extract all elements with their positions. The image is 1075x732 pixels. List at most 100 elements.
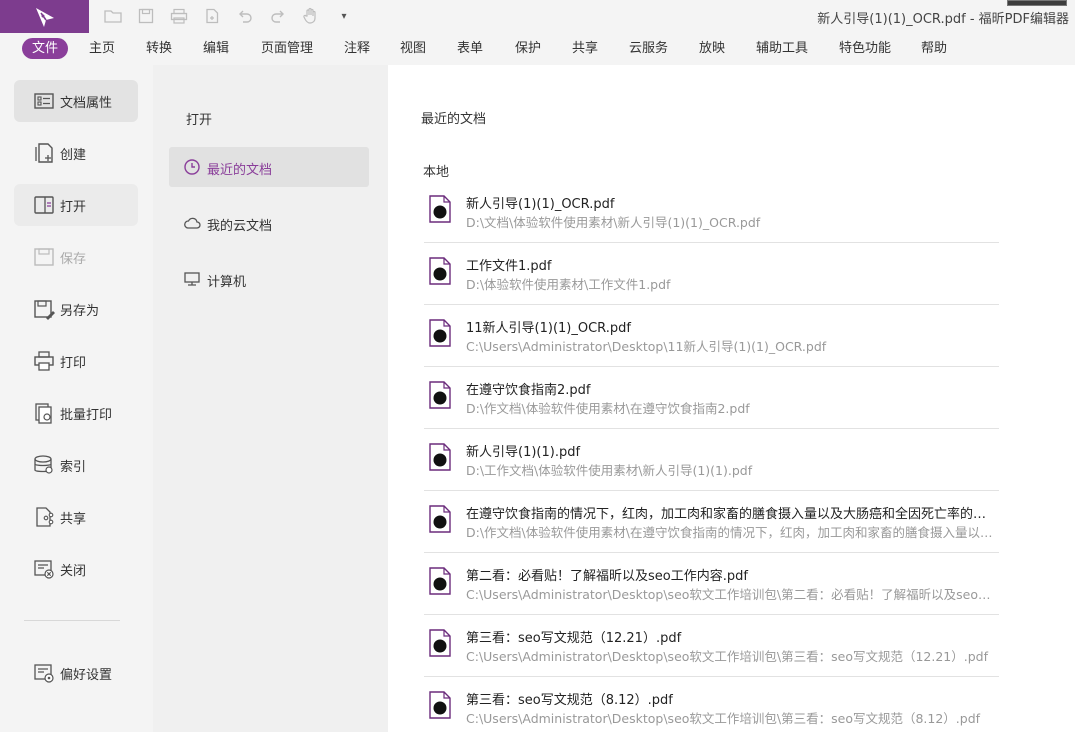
clock-icon (184, 159, 200, 175)
open-cloud-docs-label: 我的云文档 (207, 219, 273, 234)
recent-file-row[interactable]: 新人引导(1)(1).pdf D:\工作文档\体验软件使用素材\新人引导(1)(1… (424, 429, 999, 491)
file-name: 新人引导(1)(1).pdf (466, 445, 581, 460)
menu-comment[interactable]: 注释 (334, 38, 380, 59)
save-icon[interactable] (137, 7, 155, 25)
recent-file-list: 新人引导(1)(1)_OCR.pdf D:\文档\体验软件使用素材\新人引导(1)… (424, 181, 999, 732)
menu-slideshow[interactable]: 放映 (689, 38, 735, 59)
save-icon (34, 248, 54, 266)
redo-icon[interactable] (269, 7, 287, 25)
quick-access-toolbar: ▾ (104, 7, 353, 25)
recent-docs-content: 最近的文档 本地 新人引导(1)(1)_OCR.pdf D:\文档\体验软件使用素… (388, 65, 1075, 732)
recent-file-row[interactable]: 在遵守饮食指南2.pdf D:\作文档\体验软件使用素材\在遵守饮食指南2.pdf (424, 367, 999, 429)
recent-docs-title: 最近的文档 (421, 112, 487, 127)
batch-print-icon (35, 403, 52, 424)
close-icon (34, 560, 54, 579)
nav-share[interactable]: 共享 (14, 496, 138, 538)
share-icon (36, 507, 54, 527)
file-path: D:\作文档\体验软件使用素材\在遵守饮食指南的情况下，红肉，加工肉和家畜的膳食… (466, 525, 996, 540)
pdf-file-icon (429, 629, 451, 657)
file-path: D:\体验软件使用素材\工作文件1.pdf (466, 277, 671, 292)
menu-protect[interactable]: 保护 (505, 38, 551, 59)
index-icon (34, 455, 53, 474)
menu-features[interactable]: 特色功能 (829, 38, 901, 59)
preferences-icon (34, 664, 54, 683)
print-icon[interactable] (170, 7, 188, 25)
folder-open-icon[interactable] (104, 7, 122, 25)
nav-print[interactable]: 打印 (14, 340, 138, 382)
file-path: C:\Users\Administrator\Desktop\seo软文工作培训… (466, 649, 988, 664)
menu-cloud[interactable]: 云服务 (619, 38, 678, 59)
menu-page-manage[interactable]: 页面管理 (251, 38, 323, 59)
local-section-label: 本地 (423, 165, 450, 180)
tray-indicator (1007, 0, 1067, 6)
menu-home[interactable]: 主页 (79, 38, 125, 59)
new-file-icon[interactable] (203, 7, 221, 25)
file-name: 新人引导(1)(1)_OCR.pdf (466, 197, 615, 212)
nav-properties-label: 文档属性 (60, 96, 113, 111)
app-logo[interactable] (0, 0, 89, 33)
file-path: D:\文档\体验软件使用素材\新人引导(1)(1)_OCR.pdf (466, 215, 761, 230)
undo-icon[interactable] (236, 7, 254, 25)
file-name: 第三看：seo写文规范（8.12）.pdf (466, 693, 673, 708)
recent-file-row[interactable]: 工作文件1.pdf D:\体验软件使用素材\工作文件1.pdf (424, 243, 999, 305)
recent-file-row[interactable]: 第三看：seo写文规范（12.21）.pdf C:\Users\Administr… (424, 615, 999, 677)
open-computer[interactable]: 计算机 (169, 259, 369, 299)
foxit-pen-icon (35, 7, 54, 27)
file-name: 在遵守饮食指南的情况下，红肉，加工肉和家畜的膳食摄入量以及大肠癌和全因死亡率的风… (466, 507, 996, 522)
pdf-file-icon (429, 443, 451, 471)
file-name: 第三看：seo写文规范（12.21）.pdf (466, 631, 682, 646)
nav-close-label: 关闭 (60, 564, 87, 579)
nav-index-label: 索引 (60, 460, 87, 475)
pdf-file-icon (429, 257, 451, 285)
menu-help[interactable]: 帮助 (911, 38, 957, 59)
file-backstage-nav: 文档属性 创建 打开 保存 另存为 打印 批量打印 索引 共享 关闭 偏好设置 (0, 65, 153, 732)
customize-dropdown-icon[interactable]: ▾ (335, 7, 353, 25)
nav-index[interactable]: 索引 (14, 444, 138, 486)
print-icon (34, 351, 54, 371)
menu-share[interactable]: 共享 (562, 38, 608, 59)
menu-tools[interactable]: 辅助工具 (746, 38, 818, 59)
nav-create[interactable]: 创建 (14, 132, 138, 174)
nav-batch-print[interactable]: 批量打印 (14, 392, 138, 434)
nav-save-label: 保存 (60, 252, 87, 267)
nav-preferences[interactable]: 偏好设置 (14, 652, 138, 694)
save-as-icon (34, 300, 55, 320)
menu-file[interactable]: 文件 (22, 38, 69, 59)
open-icon (34, 196, 54, 214)
menu-form[interactable]: 表单 (447, 38, 493, 59)
pdf-file-icon (429, 195, 451, 223)
nav-properties[interactable]: 文档属性 (14, 80, 138, 122)
pdf-file-icon (429, 505, 451, 533)
recent-file-row[interactable]: 11新人引导(1)(1)_OCR.pdf C:\Users\Administrat… (424, 305, 999, 367)
nav-print-label: 打印 (60, 356, 87, 371)
cloud-icon (184, 217, 201, 229)
open-recent-docs[interactable]: 最近的文档 (169, 147, 369, 187)
pdf-file-icon (429, 381, 451, 409)
file-name: 在遵守饮食指南2.pdf (466, 383, 591, 398)
menu-convert[interactable]: 转换 (136, 38, 182, 59)
menu-edit[interactable]: 编辑 (193, 38, 239, 59)
nav-close[interactable]: 关闭 (14, 548, 138, 590)
recent-file-row[interactable]: 第二看：必看贴！了解福昕以及seo工作内容.pdf C:\Users\Admini… (424, 553, 999, 615)
open-cloud-docs[interactable]: 我的云文档 (169, 203, 369, 243)
hand-tool-icon[interactable] (302, 7, 320, 25)
file-name: 工作文件1.pdf (466, 259, 552, 274)
open-panel-title: 打开 (186, 113, 213, 128)
pdf-file-icon (429, 691, 451, 719)
open-recent-docs-label: 最近的文档 (207, 163, 273, 178)
pdf-file-icon (429, 567, 451, 595)
nav-open[interactable]: 打开 (14, 184, 138, 226)
open-computer-label: 计算机 (207, 275, 247, 290)
nav-save[interactable]: 保存 (14, 236, 138, 278)
file-name: 11新人引导(1)(1)_OCR.pdf (466, 321, 631, 336)
create-icon (35, 143, 53, 163)
nav-share-label: 共享 (60, 512, 87, 527)
recent-file-row[interactable]: 第三看：seo写文规范（8.12）.pdf C:\Users\Administra… (424, 677, 999, 732)
recent-file-row[interactable]: 新人引导(1)(1)_OCR.pdf D:\文档\体验软件使用素材\新人引导(1)… (424, 181, 999, 243)
nav-save-as-label: 另存为 (60, 304, 100, 319)
nav-save-as[interactable]: 另存为 (14, 288, 138, 330)
file-path: D:\作文档\体验软件使用素材\在遵守饮食指南2.pdf (466, 401, 750, 416)
file-path: C:\Users\Administrator\Desktop\11新人引导(1)… (466, 339, 827, 354)
menu-view[interactable]: 视图 (390, 38, 436, 59)
recent-file-row[interactable]: 在遵守饮食指南的情况下，红肉，加工肉和家畜的膳食摄入量以及大肠癌和全因死亡率的风… (424, 491, 999, 553)
